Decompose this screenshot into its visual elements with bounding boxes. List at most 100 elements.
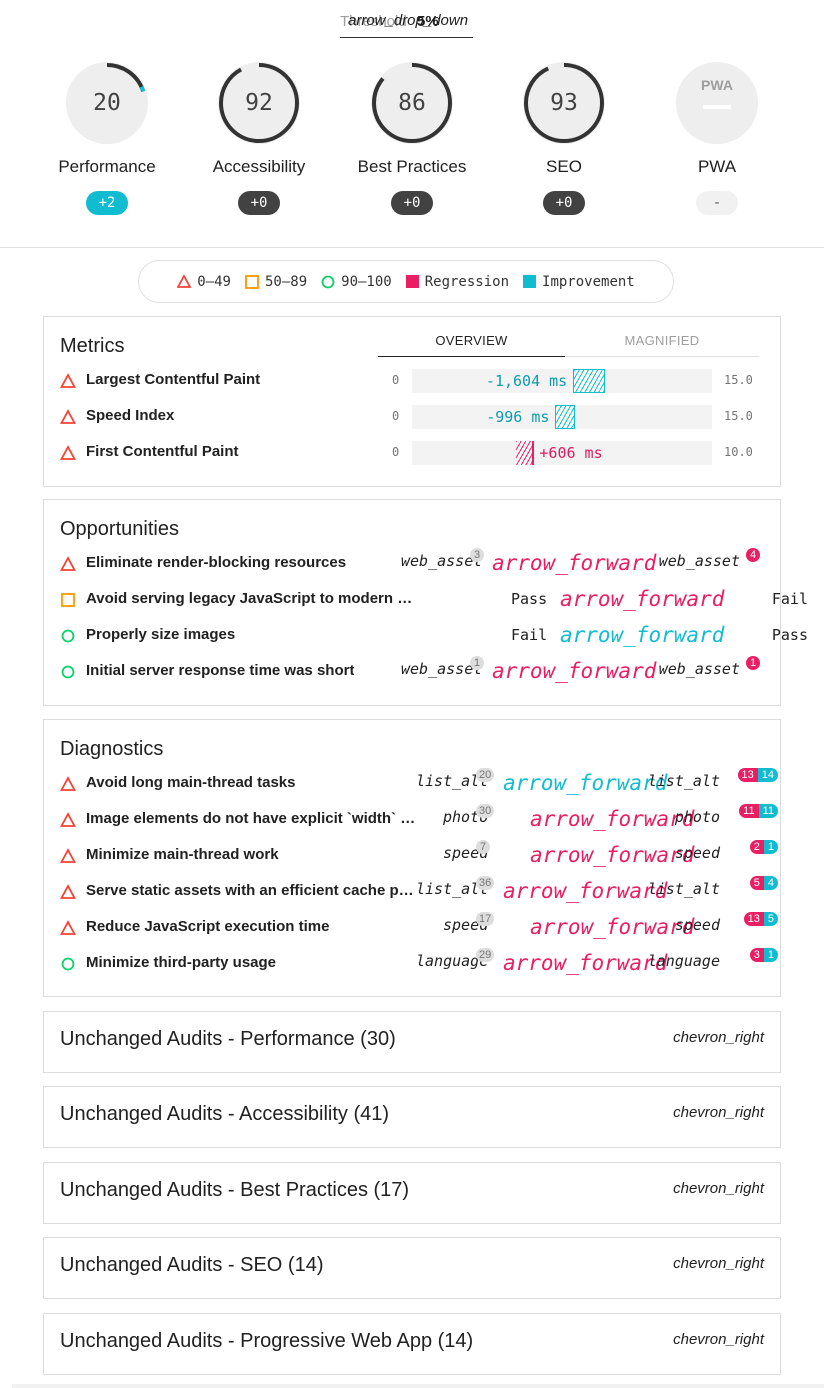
gauge-score: 92 (245, 90, 273, 116)
axis-min-label: 0 (392, 409, 400, 423)
web-asset-icon: web_asset (658, 660, 740, 678)
unchanged-audits-section[interactable]: Unchanged Audits - Performance (30) chevr… (43, 1011, 781, 1073)
triangle-icon (60, 848, 76, 863)
metric-name: First Contentful Paint (86, 443, 239, 460)
chevron-right-icon[interactable]: chevron_right (673, 1331, 764, 1348)
audit-name: Eliminate render-blocking resources (86, 554, 347, 571)
threshold-select[interactable]: Threshold 5% arrow_drop_down (340, 0, 473, 38)
gauge-ring: PWA (674, 60, 760, 146)
circle-icon (61, 665, 75, 679)
web-asset-icon: web_asset (658, 552, 740, 570)
metrics-card: Metrics OVERVIEW MAGNIFIED Largest Conte… (43, 316, 781, 487)
gauge-pwa[interactable]: PWA PWA - (637, 60, 797, 215)
metric-row[interactable]: First Contentful Paint 0 +606 ms 10.0 (60, 441, 766, 465)
triangle-icon (60, 776, 76, 791)
audit-name: Minimize third-party usage (86, 954, 277, 971)
bottom-edge (12, 1384, 824, 1388)
opportunity-row[interactable]: Initial server response time was short we… (60, 656, 766, 684)
pwa-badge-text: PWA (701, 77, 733, 93)
triangle-icon (177, 275, 192, 288)
triangle-icon (60, 556, 76, 571)
list-alt-icon: list_alt (647, 880, 720, 898)
metric-delta-bar (573, 369, 606, 393)
language-icon: language (647, 952, 720, 970)
chevron-right-icon[interactable]: chevron_right (673, 1180, 764, 1197)
delta-count-badges: 13 14 (737, 768, 778, 782)
regression-count: 5 (749, 876, 764, 890)
circle-icon (61, 629, 75, 643)
diagnostic-row[interactable]: Minimize third-party usage language 29 arro… (60, 948, 778, 976)
metric-row[interactable]: Speed Index 0 -996 ms 15.0 (60, 405, 766, 429)
after-result: Fail (771, 590, 808, 608)
triangle-icon (60, 409, 76, 424)
chevron-right-icon[interactable]: chevron_right (673, 1029, 764, 1046)
square-icon (245, 274, 259, 289)
audit-name: Minimize main-thread work (86, 846, 279, 863)
opportunity-row[interactable]: Avoid serving legacy JavaScript to moder… (60, 587, 808, 612)
tab-overview[interactable]: OVERVIEW (378, 329, 565, 357)
delta-count-badges: 13 5 (743, 912, 778, 926)
axis-min-label: 0 (392, 445, 400, 459)
axis-max-label: 15.0 (724, 409, 753, 423)
arrow-forward-icon: arrow_forward (503, 879, 668, 903)
chevron-right-icon[interactable]: chevron_right (673, 1255, 764, 1272)
unchanged-audits-section[interactable]: Unchanged Audits - Progressive Web App (… (43, 1313, 781, 1375)
opportunity-row[interactable]: Eliminate render-blocking resources web_a… (60, 548, 766, 576)
metrics-tabs: OVERVIEW MAGNIFIED (378, 329, 759, 357)
gauge-seo[interactable]: 93 SEO +0 (484, 60, 644, 215)
metric-row[interactable]: Largest Contentful Paint 0 -1,604 ms 15.0 (60, 369, 766, 393)
metric-delta-value: -1,604 ms (485, 372, 568, 390)
diagnostic-row[interactable]: Reduce JavaScript execution time speed 17 a… (60, 912, 778, 940)
count-badge: 4 (746, 548, 760, 562)
gauge-delta-badge: +0 (238, 191, 280, 215)
opportunities-title: Opportunities (60, 518, 179, 540)
opportunity-row[interactable]: Properly size images Fail arrow_forward Pas… (60, 623, 808, 648)
section-title: Unchanged Audits - Progressive Web App (… (60, 1330, 474, 1352)
count-badge: 17 (476, 912, 495, 926)
chevron-right-icon[interactable]: chevron_right (673, 1104, 764, 1121)
speed-icon: speed (674, 844, 720, 862)
metric-delta-bar (555, 405, 576, 429)
gauge-performance[interactable]: 20 Performance +2 (27, 60, 187, 215)
triangle-icon (60, 812, 76, 827)
unchanged-audits-section[interactable]: Unchanged Audits - Accessibility (41) che… (43, 1086, 781, 1148)
audit-name: Image elements do not have explicit `wid… (86, 810, 416, 827)
diagnostic-row[interactable]: Serve static assets with an efficient ca… (60, 876, 778, 904)
tab-magnified[interactable]: MAGNIFIED (565, 329, 759, 357)
diagnostics-title: Diagnostics (60, 738, 164, 760)
gauge-best-practices[interactable]: 86 Best Practices +0 (332, 60, 492, 215)
regression-count: 2 (749, 840, 764, 854)
gauge-accessibility[interactable]: 92 Accessibility +0 (179, 60, 339, 215)
unchanged-audits-section[interactable]: Unchanged Audits - Best Practices (17) ch… (43, 1162, 781, 1224)
diagnostic-row[interactable]: Avoid long main-thread tasks list_alt 20 ar… (60, 768, 778, 796)
arrow-drop-down-icon: arrow_drop_down (348, 12, 469, 29)
improvement-count: 14 (757, 768, 778, 782)
gauge-label: Accessibility (212, 157, 306, 176)
unchanged-audits-section[interactable]: Unchanged Audits - SEO (14) chevron_right (43, 1237, 781, 1299)
axis-max-label: 15.0 (724, 373, 753, 387)
section-title: Unchanged Audits - Best Practices (17) (60, 1179, 410, 1201)
section-title: Unchanged Audits - SEO (14) (60, 1254, 324, 1276)
gauge-label: Best Practices (357, 157, 467, 176)
gauge-delta-badge: +0 (391, 191, 433, 215)
metric-delta-value: +606 ms (539, 444, 603, 462)
diagnostic-row[interactable]: Image elements do not have explicit `wid… (60, 804, 778, 832)
gauge-ring: 20 (64, 60, 150, 146)
count-badge: 30 (476, 804, 495, 818)
gauge-delta-badge: - (696, 191, 738, 215)
arrow-forward-icon: arrow_forward (503, 951, 668, 975)
diagnostic-row[interactable]: Minimize main-thread work speed 7 arrow_for… (60, 840, 778, 868)
arrow-forward-icon: arrow_forward (530, 807, 695, 831)
metric-delta-value: -996 ms (486, 408, 550, 426)
legend-improvement-label: Improvement (542, 273, 635, 290)
audit-name: Avoid long main-thread tasks (86, 774, 296, 791)
gauge-score: 20 (93, 90, 121, 116)
before-result: Fail (511, 626, 548, 644)
metric-delta-bar (516, 441, 535, 465)
diagnostics-card: Diagnostics Avoid long main-thread tasks… (43, 719, 781, 997)
count-badge: 3 (470, 548, 484, 562)
before-result: Pass (511, 590, 548, 608)
gauge-score: 86 (398, 90, 426, 116)
after-result: Pass (771, 626, 808, 644)
legend-pass-label: 90–100 (341, 273, 392, 290)
